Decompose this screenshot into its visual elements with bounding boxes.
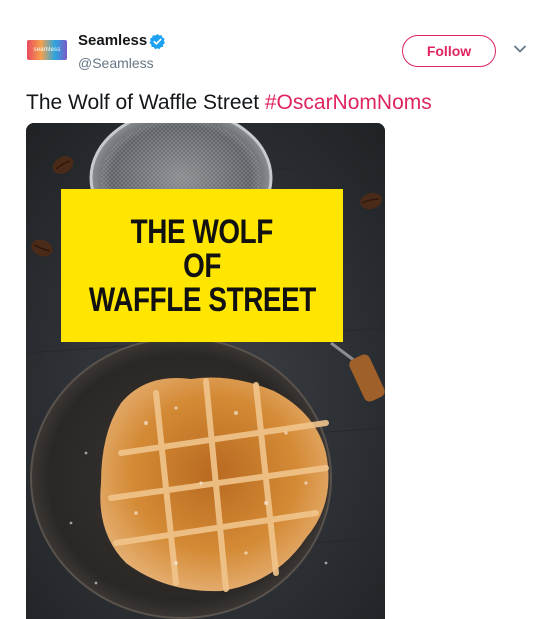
tweet-header: seamless Seamless @Seamless Follow [0, 0, 545, 80]
poster-line: WAFFLE STREET [88, 280, 316, 319]
tweet-text: The Wolf of Waffle Street #OscarNomNoms [26, 91, 432, 115]
poster-line: OF [183, 246, 221, 285]
author-name[interactable]: Seamless [78, 32, 147, 49]
verified-badge-icon [149, 34, 166, 50]
tweet-media-image[interactable]: THE WOLF OF WAFFLE STREET [26, 123, 385, 619]
movie-title-poster: THE WOLF OF WAFFLE STREET [61, 189, 343, 342]
hashtag-link[interactable]: #OscarNomNoms [265, 91, 432, 114]
tweet-body-text: The Wolf of Waffle Street [26, 91, 265, 114]
avatar-logo-text: seamless [33, 47, 61, 53]
poster-line: THE WOLF [130, 212, 274, 251]
follow-button[interactable]: Follow [402, 35, 496, 67]
chevron-down-icon[interactable] [513, 44, 527, 54]
avatar[interactable]: seamless [27, 40, 67, 60]
author-handle[interactable]: @Seamless [78, 55, 154, 71]
